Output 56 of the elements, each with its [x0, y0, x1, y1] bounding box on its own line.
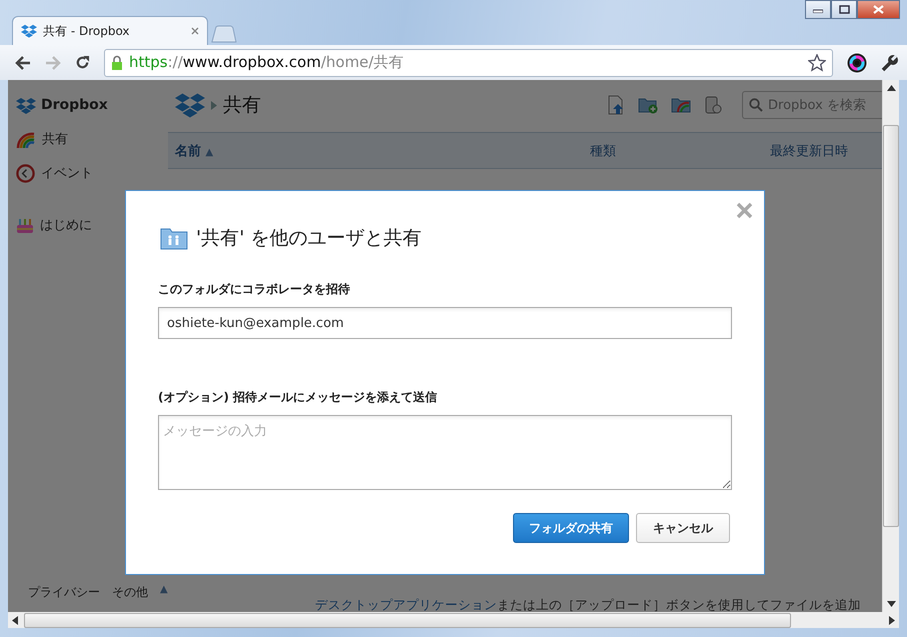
share-button[interactable]: フォルダの共有 [513, 513, 629, 543]
email-field[interactable]: oshiete-kun@example.com [158, 307, 732, 339]
dropbox-favicon-icon [21, 24, 37, 38]
message-field[interactable]: メッセージの入力 [158, 415, 732, 490]
address-field[interactable]: https://www.dropbox.com/home/共有 [104, 48, 833, 76]
maximize-icon [838, 5, 850, 14]
dropbox-logo-icon [175, 92, 205, 118]
search-field[interactable]: Dropbox を検索 [742, 91, 882, 119]
search-icon [749, 98, 763, 112]
shared-folder-icon [160, 226, 188, 250]
rainbow-folder-icon[interactable] [671, 96, 691, 114]
brand-name: Dropbox [41, 97, 108, 113]
invite-label: このフォルダにコラボレータを招待 [158, 281, 351, 298]
scroll-left-icon[interactable] [12, 616, 18, 624]
reload-icon[interactable] [75, 55, 90, 70]
rainbow-icon [16, 130, 36, 148]
sidebar-item[interactable]: イベント [41, 164, 93, 182]
scroll-right-icon[interactable] [889, 616, 895, 624]
close-icon [873, 5, 884, 14]
cake-icon [16, 216, 34, 234]
minimize-icon [813, 6, 823, 12]
scroll-down-icon[interactable] [886, 601, 896, 607]
minimize-button[interactable] [805, 0, 831, 19]
dialog-title: '共有' を他のユーザと共有 [196, 226, 422, 251]
browser-tab[interactable]: 共有 - Dropbox [12, 16, 208, 45]
expand-arrow[interactable]: ▲ [160, 584, 168, 601]
maximize-button[interactable] [831, 0, 857, 19]
dropbox-logo-icon [16, 96, 36, 114]
sidebar-item[interactable]: はじめに [40, 216, 92, 234]
footer-link[interactable]: その他 [112, 584, 148, 601]
sidebar-item[interactable]: 共有 [42, 130, 68, 148]
cancel-button[interactable]: キャンセル [636, 513, 730, 543]
lock-icon [111, 55, 123, 70]
message-label: (オプション) 招待メールにメッセージを添えて送信 [158, 389, 438, 406]
column-header[interactable]: 種類 [590, 144, 616, 158]
star-icon[interactable] [808, 54, 826, 72]
column-header[interactable]: 名前 [175, 144, 201, 158]
close-icon[interactable] [191, 27, 199, 35]
back-icon[interactable] [15, 56, 31, 70]
footer-link[interactable]: プライバシー [28, 584, 100, 601]
column-header[interactable]: 最終更新日時 [770, 144, 848, 158]
extension-icon[interactable] [847, 52, 867, 72]
folder-plus-icon[interactable] [638, 96, 658, 114]
file-upload-icon[interactable] [607, 95, 625, 115]
bin-icon[interactable] [704, 95, 722, 115]
wrench-icon[interactable] [881, 54, 899, 72]
scroll-up-icon[interactable] [886, 85, 896, 91]
breadcrumb: 共有 [223, 93, 261, 118]
hint-text: デスクトップアプリケーション または上の［アップロード］ボタンを使用してファイルを追加 [315, 597, 861, 612]
clock-icon [16, 164, 35, 182]
close-button[interactable] [857, 0, 900, 19]
chevron-icon [211, 100, 217, 110]
scrollbar-thumb[interactable] [24, 612, 791, 628]
scrollbar-thumb[interactable] [883, 125, 899, 527]
desktop-app-link[interactable]: デスクトップアプリケーション [315, 597, 497, 612]
sort-arrow[interactable]: ▲ [206, 146, 214, 158]
